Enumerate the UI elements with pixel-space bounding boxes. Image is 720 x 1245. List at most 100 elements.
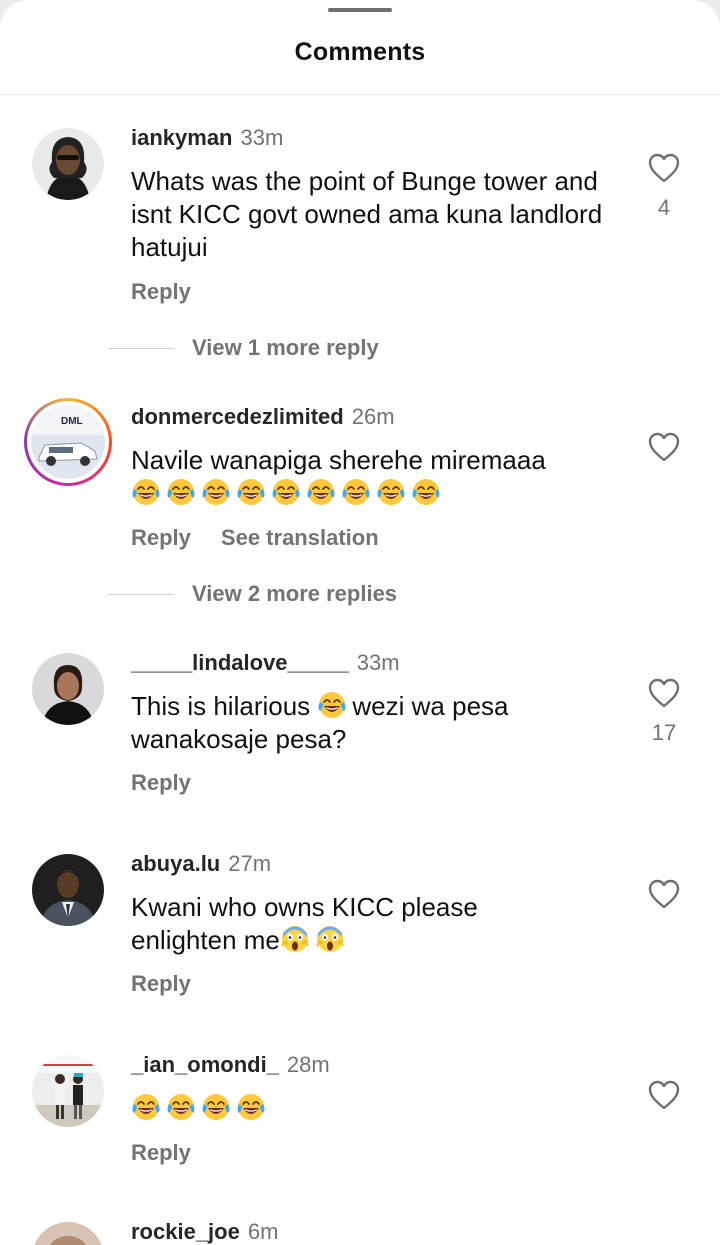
replies-divider-line (108, 348, 174, 349)
comment-text: This is hilarious wezi wa pesa wanakosaj… (131, 690, 611, 756)
comment-text: Whats was the point of Bunge tower and i… (131, 166, 603, 262)
laugh-emoji (271, 477, 301, 507)
comment-text (131, 1092, 611, 1125)
laugh-emoji (201, 477, 231, 507)
timestamp: 6m (247, 1219, 279, 1244)
man-in-suit-avatar (32, 854, 104, 926)
laugh-emoji (166, 1092, 196, 1122)
face-with-tears-of-joy-emoji (132, 1094, 160, 1120)
emoji-row (280, 925, 350, 955)
heart-outline-icon (648, 432, 680, 462)
laugh-emoji (131, 477, 161, 507)
laugh-emoji (376, 477, 406, 507)
comments-sheet: Comments iankyman 33m Whats was the point… (0, 0, 720, 1245)
sheet-drag-handle[interactable] (328, 8, 392, 12)
timestamp: 33m (356, 650, 400, 675)
page-title: Comments (294, 38, 426, 66)
comment-meta: iankyman 33m (131, 125, 283, 151)
face-screaming-in-fear-emoji (316, 926, 344, 952)
laugh-emoji (236, 1092, 266, 1122)
comment-meta: _ian_omondi_ 28m (131, 1052, 330, 1078)
laugh-emoji (131, 1092, 161, 1122)
heart-outline-icon (648, 678, 680, 708)
laugh-emoji (166, 477, 196, 507)
face-with-tears-of-joy-emoji (412, 479, 440, 505)
timestamp: 33m (240, 125, 284, 150)
username[interactable]: rockie_joe (131, 1219, 240, 1244)
username[interactable]: _ian_omondi_ (131, 1052, 279, 1077)
avatar[interactable] (32, 854, 104, 926)
face-with-tears-of-joy-emoji (237, 1094, 265, 1120)
timestamp: 27m (228, 851, 272, 876)
emoji-row (131, 1093, 271, 1123)
comment-meta: abuya.lu 27m (131, 851, 271, 877)
heart-outline-icon (648, 153, 680, 183)
laugh-emoji (236, 477, 266, 507)
reply-button[interactable]: Reply (131, 525, 191, 550)
comment-text: Navile wanapiga sherehe miremaaa (131, 444, 611, 510)
face-with-tears-of-joy-emoji (342, 479, 370, 505)
comment-actions: Reply See translation (131, 525, 379, 551)
face-with-tears-of-joy-emoji (377, 479, 405, 505)
face-with-tears-of-joy-emoji (202, 479, 230, 505)
timestamp: 26m (351, 404, 395, 429)
username[interactable]: iankyman (131, 125, 233, 150)
avatar[interactable] (32, 1055, 104, 1127)
comment-actions: Reply (131, 971, 191, 997)
timestamp: 28m (286, 1052, 330, 1077)
header-divider (0, 94, 720, 95)
scream-emoji (315, 924, 345, 954)
scream-emoji (280, 924, 310, 954)
two-people-outdoor-avatar (32, 1055, 104, 1127)
face-with-tears-of-joy-emoji (167, 1094, 195, 1120)
avatar[interactable] (32, 1222, 104, 1245)
reply-button[interactable]: Reply (131, 971, 191, 996)
heart-outline-icon (648, 879, 680, 909)
face-with-tears-of-joy-emoji (272, 479, 300, 505)
avatar[interactable] (32, 653, 104, 725)
man-with-dreadlocks-avatar (32, 128, 104, 200)
comment-actions: Reply (131, 770, 191, 796)
face-with-tears-of-joy-emoji (318, 692, 346, 718)
reply-button[interactable]: Reply (131, 279, 191, 304)
username[interactable]: abuya.lu (131, 851, 220, 876)
partial-avatar (32, 1222, 104, 1245)
laugh-emoji (317, 691, 352, 721)
avatar[interactable] (32, 128, 104, 200)
face-with-tears-of-joy-emoji (167, 479, 195, 505)
comment-meta: rockie_joe 6m (131, 1219, 278, 1245)
face-with-tears-of-joy-emoji (132, 479, 160, 505)
like-button[interactable] (646, 432, 682, 462)
avatar-photo: DML (31, 405, 105, 479)
username[interactable]: _____lindalove_____ (131, 650, 349, 675)
heart-outline-icon (648, 1080, 680, 1110)
comment-meta: donmercedezlimited 26m (131, 404, 395, 430)
logo-text: DML (61, 416, 83, 427)
see-translation-button[interactable]: See translation (221, 525, 379, 550)
avatar[interactable]: DML (24, 398, 112, 486)
laugh-emoji (317, 690, 347, 720)
like-button[interactable] (646, 1080, 682, 1110)
view-replies-label: View 1 more reply (192, 335, 379, 360)
comment-text-line: Navile wanapiga sherehe miremaaa (131, 445, 546, 475)
like-count: 4 (657, 195, 671, 220)
face-with-tears-of-joy-emoji (237, 479, 265, 505)
face-screaming-in-fear-emoji (281, 926, 309, 952)
comment-actions: Reply (131, 279, 191, 305)
like-button[interactable] (646, 879, 682, 909)
username[interactable]: donmercedezlimited (131, 404, 344, 429)
reply-button[interactable]: Reply (131, 1140, 191, 1165)
emoji-row (131, 477, 611, 510)
comment-text: Kwani who owns KICC please enlighten me (131, 891, 551, 957)
reply-button[interactable]: Reply (131, 770, 191, 795)
face-with-tears-of-joy-emoji (202, 1094, 230, 1120)
comment-text-part: This is hilarious (131, 691, 318, 721)
replies-divider-line (108, 594, 174, 595)
comment-actions: Reply (131, 1140, 191, 1166)
like-button[interactable]: 17 (646, 678, 682, 746)
comment-meta: _____lindalove_____ 33m (131, 650, 400, 676)
like-button[interactable]: 4 (646, 153, 682, 221)
laugh-emoji (341, 477, 371, 507)
laugh-emoji (201, 1092, 231, 1122)
view-replies-label: View 2 more replies (192, 581, 398, 606)
